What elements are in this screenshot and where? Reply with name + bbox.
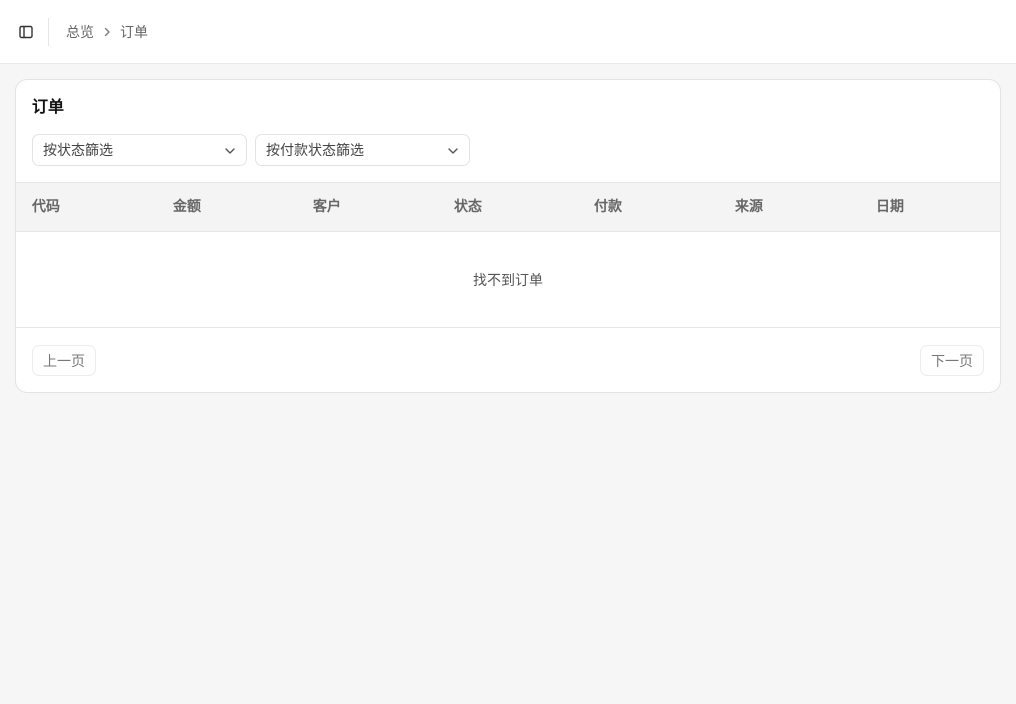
chevron-right-icon <box>94 22 120 42</box>
chevron-down-icon <box>223 144 237 158</box>
breadcrumb-current: 订单 <box>120 25 148 41</box>
status-filter-value: 按状态篩选 <box>43 143 113 159</box>
status-filter-select[interactable]: 按状态篩选 <box>32 134 247 166</box>
sidebar-toggle-button[interactable] <box>13 19 39 45</box>
sidebar-panel-icon <box>19 25 33 39</box>
table-header: 代码 金额 客户 状态 付款 来源 日期 <box>16 182 1000 232</box>
table-empty-state: 找不到订单 <box>16 232 1000 328</box>
empty-state-text: 找不到订单 <box>473 272 543 289</box>
payment-status-filter-select[interactable]: 按付款状态篩选 <box>255 134 470 166</box>
column-header-amount[interactable]: 金额 <box>173 198 201 216</box>
column-header-code[interactable]: 代码 <box>32 198 60 216</box>
chevron-down-icon <box>446 144 460 158</box>
next-page-button[interactable]: 下一页 <box>920 345 984 376</box>
page-title: 订单 <box>32 97 65 116</box>
payment-status-filter-value: 按付款状态篩选 <box>266 143 364 159</box>
column-header-status[interactable]: 状态 <box>454 198 482 216</box>
orders-card: 订单 按状态篩选 按付款状态篩选 代码 金额 客户 状态 付款 来源 日期 找不… <box>15 79 1001 393</box>
top-bar: 总览 订单 <box>0 0 1016 64</box>
previous-page-button[interactable]: 上一页 <box>32 345 96 376</box>
breadcrumb-overview-link[interactable]: 总览 <box>66 22 94 42</box>
topbar-divider <box>48 18 49 46</box>
column-header-payment[interactable]: 付款 <box>594 198 622 216</box>
column-header-date[interactable]: 日期 <box>876 198 904 216</box>
column-header-source[interactable]: 来源 <box>735 198 763 216</box>
breadcrumb: 总览 订单 <box>66 22 148 42</box>
column-header-customer[interactable]: 客户 <box>313 198 341 216</box>
